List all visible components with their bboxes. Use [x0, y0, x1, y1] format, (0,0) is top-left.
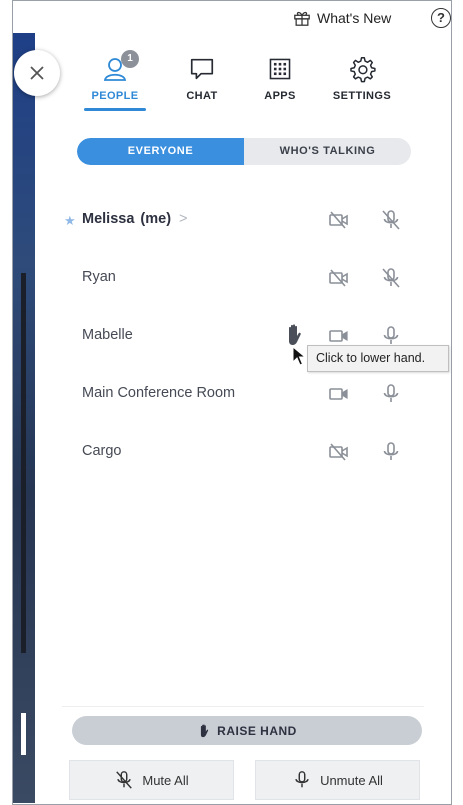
mic-icon	[295, 771, 309, 788]
mouse-cursor-icon	[292, 346, 306, 366]
filter-everyone[interactable]: EVERYONE	[77, 138, 244, 165]
mic-muted-icon[interactable]	[380, 266, 402, 290]
background-video-strip	[13, 33, 35, 803]
raised-hand-icon[interactable]	[284, 322, 304, 348]
star-icon: ★	[64, 213, 76, 228]
unmute-all-label: Unmute All	[320, 772, 383, 788]
tab-people-label: PEOPLE	[91, 90, 139, 102]
mic-muted-icon	[116, 771, 133, 789]
raise-hand-label: RAISE HAND	[217, 723, 297, 738]
apps-grid-icon	[269, 58, 291, 80]
mute-all-label: Mute All	[142, 772, 189, 788]
tab-apps[interactable]: APPS	[240, 54, 320, 102]
top-bar: What's New ?	[35, 1, 451, 37]
video-off-icon[interactable]	[328, 210, 350, 230]
participant-row[interactable]: Main Conference Room	[62, 380, 422, 410]
mic-icon[interactable]	[380, 440, 402, 464]
chat-icon	[190, 58, 214, 80]
mic-muted-icon[interactable]	[380, 208, 402, 232]
hand-icon	[201, 723, 209, 737]
video-on-icon[interactable]	[328, 384, 350, 404]
whats-new-link[interactable]: What's New	[293, 9, 391, 27]
active-tab-indicator	[84, 108, 146, 111]
tab-settings[interactable]: SETTINGS	[322, 54, 402, 102]
people-count-badge: 1	[121, 50, 139, 68]
lower-hand-tooltip: Click to lower hand.	[307, 345, 449, 372]
tab-chat[interactable]: CHAT	[162, 54, 242, 102]
video-edge	[21, 273, 26, 653]
video-highlight	[21, 713, 26, 755]
participant-row[interactable]: Ryan	[62, 264, 422, 294]
gift-icon	[294, 11, 310, 26]
participant-name[interactable]: Melissa (me) >	[82, 211, 188, 227]
raise-hand-button[interactable]: RAISE HAND	[72, 716, 422, 745]
participant-filter: EVERYONE WHO'S TALKING	[77, 138, 411, 165]
unmute-all-button[interactable]: Unmute All	[255, 760, 420, 800]
participant-name-text: Melissa	[82, 211, 135, 227]
tab-apps-label: APPS	[264, 90, 296, 102]
participant-row[interactable]: Cargo	[62, 438, 422, 468]
close-icon	[30, 66, 44, 80]
participant-name[interactable]: Ryan	[82, 269, 116, 285]
divider	[62, 706, 424, 707]
participant-row[interactable]: ★ Melissa (me) >	[62, 206, 422, 236]
filter-whos-talking[interactable]: WHO'S TALKING	[244, 138, 411, 165]
mute-all-button[interactable]: Mute All	[69, 760, 234, 800]
help-icon[interactable]: ?	[431, 8, 451, 28]
participant-name[interactable]: Main Conference Room	[82, 385, 235, 401]
video-off-icon[interactable]	[328, 268, 350, 288]
participant-name[interactable]: Mabelle	[82, 327, 133, 343]
video-on-icon[interactable]	[328, 326, 350, 346]
chevron-right-icon: >	[179, 211, 188, 227]
participant-name[interactable]: Cargo	[82, 443, 122, 459]
mic-icon[interactable]	[380, 382, 402, 406]
tab-chat-label: CHAT	[186, 90, 218, 102]
whats-new-label: What's New	[317, 10, 392, 26]
me-label: (me)	[140, 211, 172, 227]
gear-icon	[350, 57, 376, 83]
tab-people[interactable]: 1 PEOPLE	[75, 50, 155, 102]
tab-settings-label: SETTINGS	[332, 90, 392, 102]
close-button[interactable]	[14, 50, 60, 96]
video-off-icon[interactable]	[328, 442, 350, 462]
